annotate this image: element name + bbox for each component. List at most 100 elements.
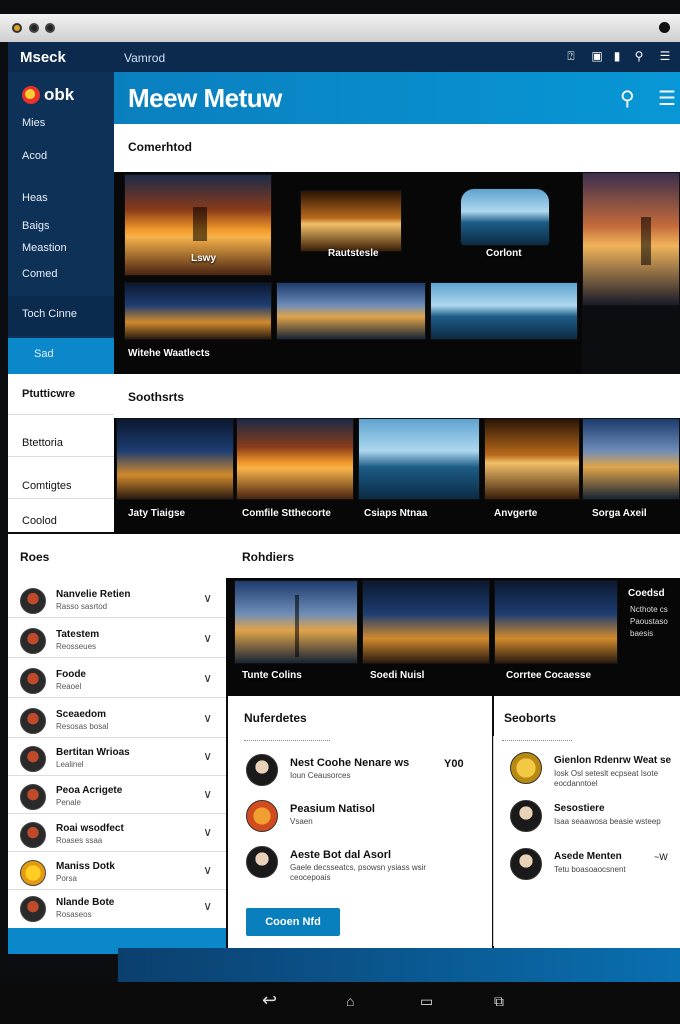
sidebar-item[interactable]: Baigs xyxy=(22,220,50,232)
rohdiers-tile[interactable] xyxy=(494,580,618,664)
chevron-down-icon[interactable]: ∨ xyxy=(203,787,212,801)
post-item[interactable]: Nest Coohe Nenare ws Ioun Ceausorces Y00 xyxy=(246,754,486,788)
list-item-title: Bertitan Wrioas xyxy=(56,747,130,758)
list-item-title: Tatestem xyxy=(56,629,100,640)
rohdiers-tile[interactable] xyxy=(234,580,358,664)
list-item-subtitle: Lealinel xyxy=(56,760,84,769)
post-item[interactable]: Peasium Natisol Vsaen xyxy=(246,800,486,834)
chevron-down-icon[interactable]: ∨ xyxy=(203,591,212,605)
home-icon[interactable]: ⌂ xyxy=(346,993,354,1009)
post-subtitle: Vsaen xyxy=(290,817,313,826)
sidebar: obk Mies Acod Heas Baigs Meastion Comed … xyxy=(8,72,114,374)
list-item[interactable]: Nlande Bote Rosaseos ∨ xyxy=(8,888,226,926)
post-item[interactable]: Gienlon Rdenrw Weat se Iosk Osl seteslt … xyxy=(510,752,676,788)
multitask-icon[interactable]: ⧉ xyxy=(494,993,504,1010)
featured-tile[interactable] xyxy=(430,282,578,340)
bookmark-icon[interactable]: ▣ xyxy=(590,49,604,64)
back-icon[interactable]: ↩ xyxy=(262,990,277,1011)
help-icon[interactable]: ⍰ xyxy=(564,49,578,64)
avatar xyxy=(246,800,278,832)
list-item-subtitle: Reaoel xyxy=(56,682,82,691)
featured-tile[interactable] xyxy=(460,188,550,246)
chevron-down-icon[interactable]: ∨ xyxy=(203,899,212,913)
tile-label: Corlont xyxy=(486,248,522,259)
list-item[interactable]: Sceaedom Resosas bosal ∨ xyxy=(8,700,226,738)
list-item-title: Nlande Bote xyxy=(56,897,115,908)
system-nav-bar: ↩ ⌂ ▭ ⧉ xyxy=(0,982,680,1024)
tile-label: Lswy xyxy=(191,253,217,264)
list-item[interactable]: Tatestem Reosseues ∨ xyxy=(8,620,226,658)
list-item-title: Maniss Dotk xyxy=(56,861,115,872)
window-minimize-button[interactable] xyxy=(29,23,39,33)
window-maximize-button[interactable] xyxy=(45,23,55,33)
post-subtitle: Isaa seaawosa beasie wsteep xyxy=(554,817,661,826)
list-item[interactable]: Bertitan Wrioas Lealinel ∨ xyxy=(8,738,226,776)
chevron-down-icon[interactable]: ∨ xyxy=(203,863,212,877)
breadcrumb[interactable]: Vamrod xyxy=(124,51,165,65)
featured-tile[interactable]: Lswy xyxy=(124,174,272,276)
featured-tile[interactable] xyxy=(124,282,272,340)
hamburger-icon[interactable]: ☰ xyxy=(658,86,676,111)
primary-button[interactable]: Cooen Nfd xyxy=(246,908,340,936)
avatar xyxy=(20,822,46,848)
chevron-down-icon[interactable]: ∨ xyxy=(203,631,212,645)
avatar xyxy=(20,668,46,694)
avatar xyxy=(20,896,46,922)
sidebar-item[interactable]: Acod xyxy=(22,150,47,162)
sotheerts-tile[interactable] xyxy=(358,418,480,500)
list-item-title: Roai wsodfect xyxy=(56,823,124,834)
list-item-subtitle: Reosseues xyxy=(56,642,97,651)
list-item-title: Nanvelie Retien xyxy=(56,589,131,600)
avatar xyxy=(20,628,46,654)
featured-tile[interactable] xyxy=(300,190,402,252)
camera-dot-icon xyxy=(659,22,670,33)
sidebar-item-active[interactable] xyxy=(8,338,114,374)
rohdiers-tile[interactable] xyxy=(362,580,490,664)
list-item-subtitle: Rasso sasrtod xyxy=(56,602,108,611)
post-item[interactable]: Asede Menten Tetu boasoaocsnent ~W xyxy=(510,848,676,884)
sidebar-item[interactable]: Heas xyxy=(22,192,48,204)
list-item[interactable]: Roai wsodfect Roases ssaa ∨ xyxy=(8,814,226,852)
sidebar-section[interactable]: Btettoria xyxy=(22,437,63,449)
battery-icon: ▮ xyxy=(613,49,621,63)
chevron-down-icon[interactable]: ∨ xyxy=(203,749,212,763)
sidebar-item[interactable]: Toch Cinne xyxy=(22,308,77,320)
list-item[interactable]: Maniss Dotk Porsa ∨ xyxy=(8,852,226,890)
sidebar-item-active-label[interactable]: Sad xyxy=(34,348,54,360)
image-detail xyxy=(295,595,299,657)
sotheerts-tile[interactable] xyxy=(236,418,354,500)
divider xyxy=(244,740,330,741)
chevron-down-icon[interactable]: ∨ xyxy=(203,825,212,839)
sidebar-section[interactable]: Coolod xyxy=(22,515,57,527)
image-detail xyxy=(193,207,207,241)
search-icon[interactable]: ⚲ xyxy=(620,86,635,111)
post-item[interactable]: Aeste Bot dal Asorl Gaele decsseatcs, ps… xyxy=(246,846,486,886)
chevron-down-icon[interactable]: ∨ xyxy=(203,671,212,685)
sotheerts-tile[interactable] xyxy=(582,418,680,500)
sotheerts-tile[interactable] xyxy=(484,418,580,500)
chevron-down-icon[interactable]: ∨ xyxy=(203,711,212,725)
sotheerts-tile[interactable] xyxy=(116,418,234,500)
list-item[interactable]: Nanvelie Retien Rasso sasrtod ∨ xyxy=(8,580,226,618)
featured-tile[interactable] xyxy=(276,282,426,340)
sidebar-logo-text: obk xyxy=(44,85,75,104)
featured-tile[interactable] xyxy=(582,172,680,306)
list-item[interactable]: Foode Reaoel ∨ xyxy=(8,660,226,698)
menu-icon[interactable]: ☰ xyxy=(658,49,672,64)
post-item[interactable]: Sesostiere Isaa seaawosa beasie wsteep xyxy=(510,800,676,836)
window-close-button[interactable] xyxy=(12,23,22,33)
sidebar-item[interactable]: Comed xyxy=(22,268,57,280)
avatar xyxy=(20,784,46,810)
divider xyxy=(502,740,572,741)
post-title: Peasium Natisol xyxy=(290,803,375,815)
search-icon[interactable]: ⚲ xyxy=(632,49,646,64)
tile-label: Jaty Tiaigse xyxy=(128,508,186,519)
sidebar-item[interactable]: Mies xyxy=(22,117,45,129)
sidebar-section[interactable]: Ptutticwre xyxy=(22,388,75,400)
divider xyxy=(493,736,494,946)
sidebar-item[interactable]: Meastion xyxy=(22,242,67,254)
list-item[interactable]: Peoa Acrigete Penale ∨ xyxy=(8,776,226,814)
sidebar-section[interactable]: Comtigtes xyxy=(22,480,72,492)
avatar xyxy=(246,846,278,878)
recents-icon[interactable]: ▭ xyxy=(420,993,433,1010)
